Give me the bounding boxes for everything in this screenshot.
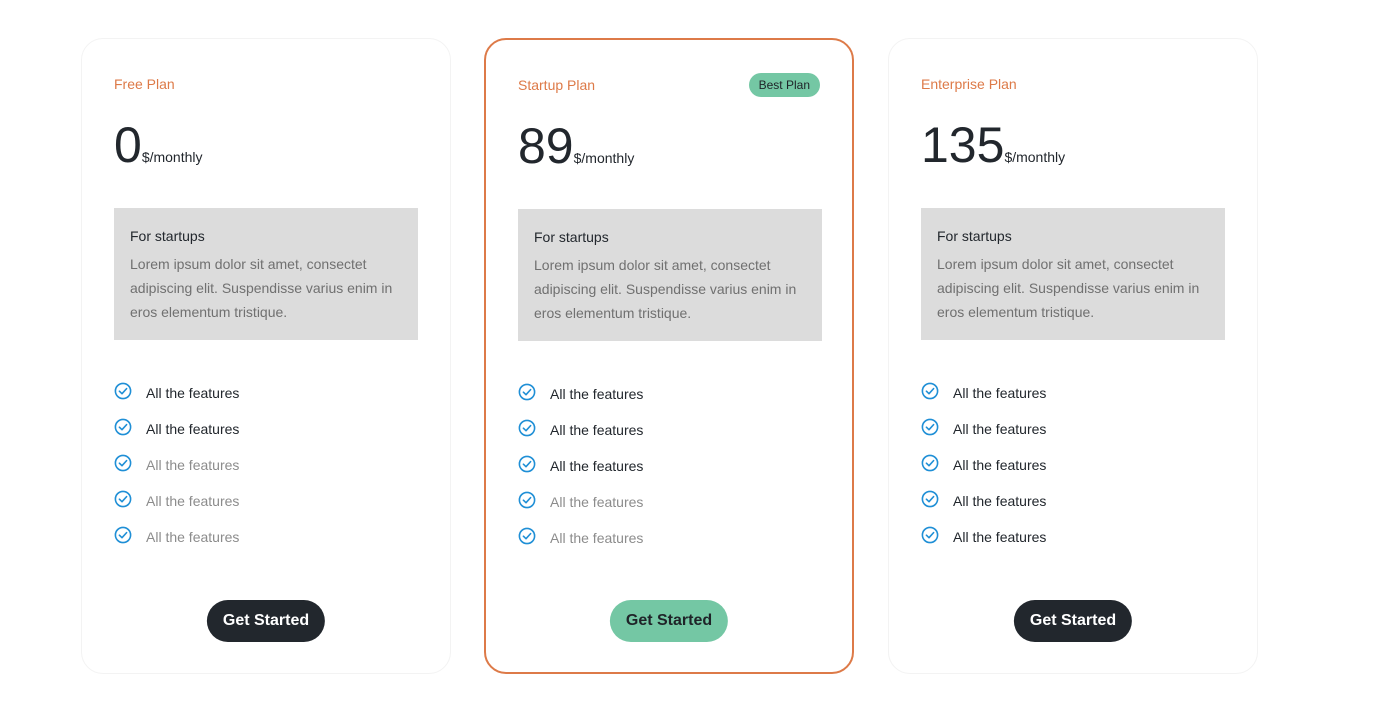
feature-item: All the features — [518, 448, 643, 484]
get-started-button[interactable]: Get Started — [609, 600, 729, 642]
price-period: $/monthly — [573, 150, 635, 166]
price-row: 0 $/monthly — [114, 119, 203, 171]
check-circle-icon — [114, 382, 132, 400]
feature-label: All the features — [550, 494, 644, 510]
feature-list: All the features All the features All th… — [518, 376, 643, 556]
feature-label: All the features — [953, 457, 1047, 473]
feature-item: All the features — [518, 484, 643, 520]
check-circle-icon — [518, 455, 536, 473]
check-circle-icon — [921, 526, 939, 544]
info-title: For startups — [130, 228, 205, 244]
feature-label: All the features — [146, 457, 240, 473]
check-circle-icon — [114, 454, 132, 472]
best-plan-badge: Best Plan — [748, 73, 820, 97]
plan-info-box: For startups Lorem ipsum dolor sit amet,… — [518, 209, 822, 341]
plan-name: Enterprise Plan — [921, 76, 1017, 92]
info-description: Lorem ipsum dolor sit amet, consectet ad… — [937, 256, 1200, 320]
feature-label: All the features — [550, 386, 644, 402]
price-value: 89 — [518, 118, 574, 174]
feature-item: All the features — [114, 483, 239, 519]
feature-label: All the features — [953, 421, 1047, 437]
check-circle-icon — [921, 490, 939, 508]
feature-item: All the features — [921, 411, 1046, 447]
plan-info-box: For startups Lorem ipsum dolor sit amet,… — [114, 208, 418, 340]
get-started-button[interactable]: Get Started — [206, 600, 326, 642]
feature-label: All the features — [146, 385, 240, 401]
feature-list: All the features All the features All th… — [114, 375, 239, 555]
plan-name: Startup Plan — [518, 77, 596, 93]
feature-item: All the features — [114, 375, 239, 411]
feature-item: All the features — [518, 376, 643, 412]
feature-label: All the features — [146, 493, 240, 509]
info-title: For startups — [534, 229, 609, 245]
info-title: For startups — [937, 228, 1012, 244]
feature-label: All the features — [146, 529, 240, 545]
feature-label: All the features — [953, 493, 1047, 509]
pricing-card-free: Free Plan 0 $/monthly For startups Lorem… — [81, 38, 451, 674]
check-circle-icon — [518, 419, 536, 437]
feature-item: All the features — [921, 519, 1046, 555]
price-row: 135 $/monthly — [921, 119, 1065, 171]
feature-item: All the features — [921, 375, 1046, 411]
feature-label: All the features — [550, 422, 644, 438]
feature-list: All the features All the features All th… — [921, 375, 1046, 555]
check-circle-icon — [921, 418, 939, 436]
feature-item: All the features — [114, 411, 239, 447]
check-circle-icon — [518, 527, 536, 545]
check-circle-icon — [114, 418, 132, 436]
feature-item: All the features — [921, 447, 1046, 483]
price-row: 89 $/monthly — [518, 120, 634, 172]
check-circle-icon — [518, 491, 536, 509]
check-circle-icon — [114, 490, 132, 508]
feature-item: All the features — [518, 520, 643, 556]
info-description: Lorem ipsum dolor sit amet, consectet ad… — [130, 256, 393, 320]
check-circle-icon — [114, 526, 132, 544]
feature-label: All the features — [953, 529, 1047, 545]
info-description: Lorem ipsum dolor sit amet, consectet ad… — [534, 257, 797, 321]
check-circle-icon — [921, 382, 939, 400]
plan-info-box: For startups Lorem ipsum dolor sit amet,… — [921, 208, 1225, 340]
check-circle-icon — [518, 383, 536, 401]
price-period: $/monthly — [141, 149, 203, 165]
feature-item: All the features — [114, 519, 239, 555]
price-value: 135 — [921, 117, 1005, 173]
feature-label: All the features — [953, 385, 1047, 401]
feature-item: All the features — [114, 447, 239, 483]
feature-label: All the features — [550, 530, 644, 546]
price-period: $/monthly — [1004, 149, 1066, 165]
pricing-card-enterprise: Enterprise Plan 135 $/monthly For startu… — [888, 38, 1258, 674]
price-value: 0 — [114, 117, 142, 173]
feature-item: All the features — [518, 412, 643, 448]
check-circle-icon — [921, 454, 939, 472]
feature-item: All the features — [921, 483, 1046, 519]
feature-label: All the features — [146, 421, 240, 437]
plan-name: Free Plan — [114, 76, 175, 92]
pricing-card-startup: Startup Plan Best Plan 89 $/monthly For … — [484, 38, 854, 674]
get-started-button[interactable]: Get Started — [1013, 600, 1133, 642]
feature-label: All the features — [550, 458, 644, 474]
